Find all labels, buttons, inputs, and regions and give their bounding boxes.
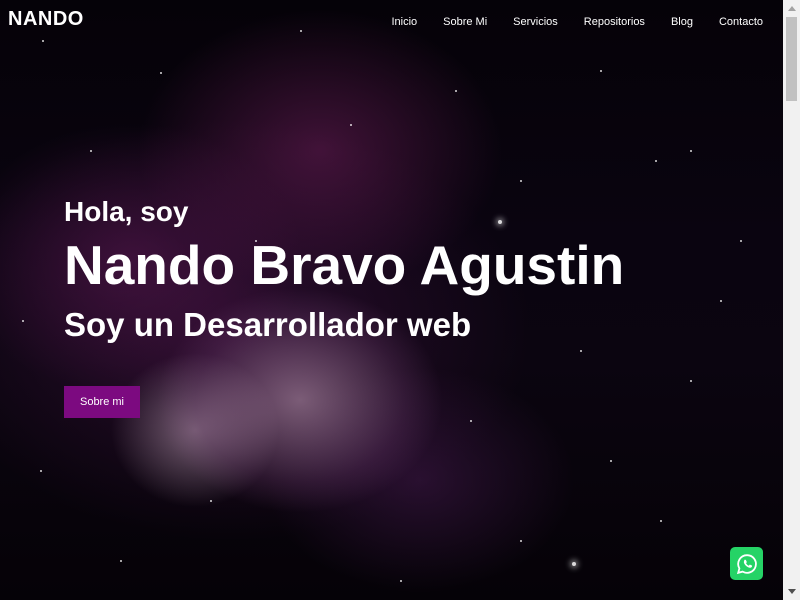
nav-link-inicio[interactable]: Inicio	[391, 16, 417, 28]
brand-logo[interactable]: NANDO	[8, 8, 84, 31]
nav-link-sobre-mi[interactable]: Sobre Mi	[443, 16, 487, 28]
navbar: NANDO Inicio Sobre Mi Servicios Reposito…	[0, 0, 783, 46]
hero-role: Soy un Desarrollador web	[64, 306, 472, 343]
nav-link-repositorios[interactable]: Repositorios	[584, 16, 645, 28]
hero-name: Nando Bravo Agustin	[64, 234, 625, 296]
nav-link-blog[interactable]: Blog	[671, 16, 693, 28]
hero-section: NANDO Inicio Sobre Mi Servicios Reposito…	[0, 0, 783, 600]
hero-greeting: Hola, soy	[64, 196, 189, 227]
vertical-scrollbar[interactable]	[783, 0, 800, 600]
hero-text: Hola, soy Nando Bravo Agustin Soy un Des…	[64, 194, 624, 346]
about-me-button[interactable]: Sobre mi	[64, 386, 140, 418]
nav-link-contacto[interactable]: Contacto	[719, 16, 763, 28]
nav-links: Inicio Sobre Mi Servicios Repositorios B…	[365, 16, 763, 28]
scrollbar-thumb[interactable]	[786, 17, 797, 101]
whatsapp-icon	[736, 553, 757, 574]
scroll-down-arrow-icon[interactable]	[783, 583, 800, 600]
scroll-up-arrow-icon[interactable]	[783, 0, 800, 17]
nav-link-servicios[interactable]: Servicios	[513, 16, 558, 28]
whatsapp-button[interactable]	[730, 547, 763, 580]
page: NANDO Inicio Sobre Mi Servicios Reposito…	[0, 0, 800, 600]
